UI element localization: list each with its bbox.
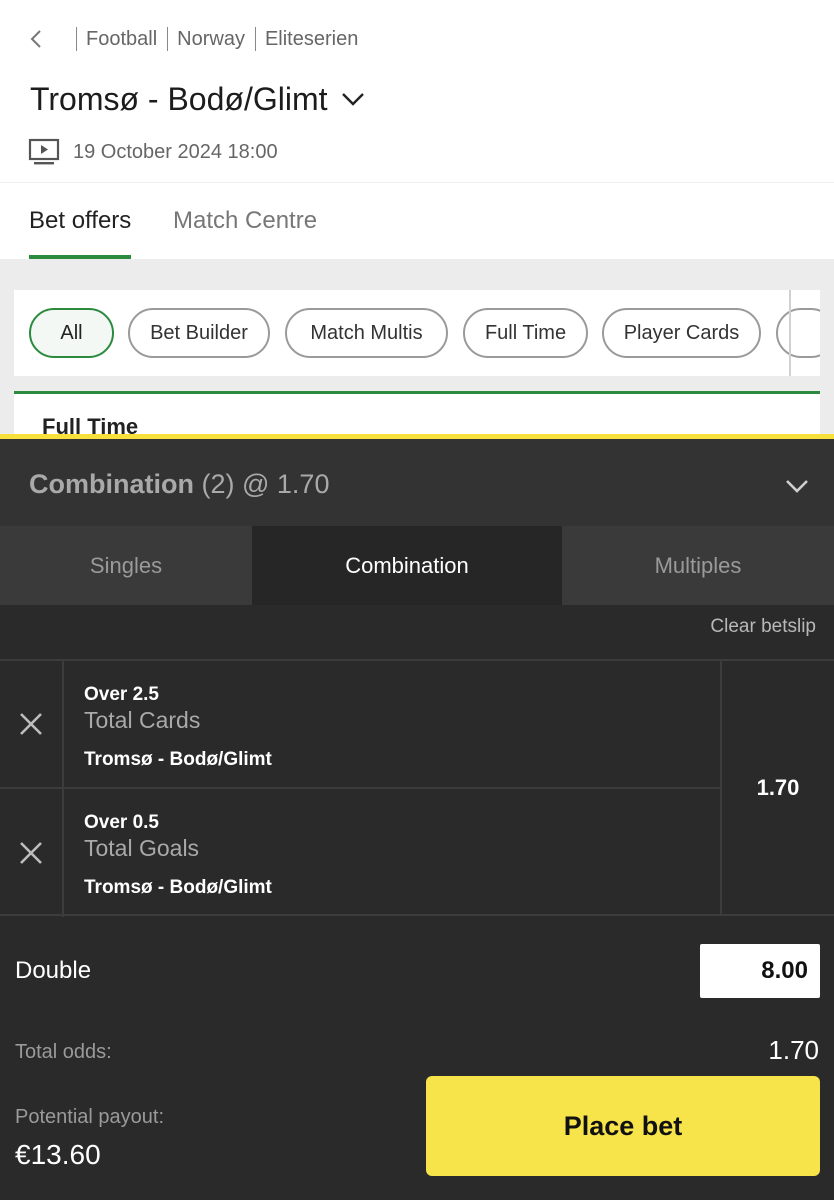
tab-multiples[interactable]: Multiples xyxy=(562,526,834,605)
breadcrumb-separator xyxy=(76,27,77,51)
close-icon xyxy=(20,713,42,735)
selection-event: Tromsø - Bodø/Glimt xyxy=(84,749,272,770)
selection-row: Over 2.5 Total Cards Tromsø - Bodø/Glimt xyxy=(0,661,721,789)
remove-selection-button[interactable] xyxy=(0,661,64,787)
clear-betslip-link[interactable]: Clear betslip xyxy=(710,616,816,638)
selection-row: Over 0.5 Total Goals Tromsø - Bodø/Glimt xyxy=(0,789,721,917)
betslip-title-type: Combination xyxy=(29,469,194,499)
tab-match-centre[interactable]: Match Centre xyxy=(173,183,317,259)
betslip-panel: Combination (2) @ 1.70 Singles Combinati… xyxy=(0,434,834,1200)
filter-player-cards[interactable]: Player Cards xyxy=(602,308,761,358)
filter-more-partial[interactable] xyxy=(776,308,820,358)
tab-combination[interactable]: Combination xyxy=(252,526,562,605)
breadcrumb-separator xyxy=(167,27,169,51)
total-odds-value: 1.70 xyxy=(768,1035,819,1065)
chevron-down-icon xyxy=(341,86,367,112)
potential-payout-value: €13.60 xyxy=(15,1139,101,1170)
selection-market: Total Goals xyxy=(84,835,200,861)
filter-bet-builder[interactable]: Bet Builder xyxy=(128,308,270,358)
selection-event: Tromsø - Bodø/Glimt xyxy=(84,877,272,898)
close-icon xyxy=(20,842,42,864)
betslip-title-summary: (2) @ 1.70 xyxy=(201,469,330,499)
filter-full-time[interactable]: Full Time xyxy=(463,308,588,358)
breadcrumb-item-eliteserien[interactable]: Eliteserien xyxy=(265,28,358,51)
filter-scroll-edge xyxy=(789,290,791,376)
betslip-header[interactable]: Combination (2) @ 1.70 xyxy=(0,439,834,526)
selection-market: Total Cards xyxy=(84,707,201,733)
match-selector[interactable]: Tromsø - Bodø/Glimt xyxy=(30,78,367,120)
total-odds-label: Total odds: xyxy=(15,1041,112,1063)
betslip-title: Combination (2) @ 1.70 xyxy=(29,469,329,500)
combined-odds: 1.70 xyxy=(720,661,834,914)
selections-list: Over 2.5 Total Cards Tromsø - Bodø/Glimt… xyxy=(0,659,834,917)
live-stream-tv-icon xyxy=(28,137,60,167)
collapse-chevron-icon[interactable] xyxy=(784,473,810,499)
selection-pick: Over 2.5 xyxy=(84,684,159,705)
remove-selection-button[interactable] xyxy=(0,789,64,917)
breadcrumb-item-football[interactable]: Football xyxy=(86,28,157,51)
potential-payout-label: Potential payout: xyxy=(15,1106,164,1128)
place-bet-button[interactable]: Place bet xyxy=(426,1076,820,1176)
event-page: Football Norway Eliteserien Tromsø - Bod… xyxy=(0,0,834,440)
match-datetime: 19 October 2024 18:00 xyxy=(73,140,278,163)
bet-type-label: Double xyxy=(15,957,92,984)
breadcrumb-separator xyxy=(254,27,256,51)
selection-pick: Over 0.5 xyxy=(84,812,159,833)
stake-input[interactable] xyxy=(700,944,820,998)
match-datetime-row: 19 October 2024 18:00 xyxy=(28,136,278,168)
match-title: Tromsø - Bodø/Glimt xyxy=(30,80,328,117)
breadcrumb: Football Norway Eliteserien xyxy=(30,24,358,54)
back-chevron-icon[interactable] xyxy=(30,24,52,54)
filter-all[interactable]: All xyxy=(29,308,114,358)
tab-bet-offers[interactable]: Bet offers xyxy=(29,183,132,259)
betslip-tabs: Singles Combination Multiples xyxy=(0,526,834,605)
breadcrumb-item-norway[interactable]: Norway xyxy=(177,28,245,51)
tab-singles[interactable]: Singles xyxy=(0,526,252,605)
market-filter-bar: All Bet Builder Match Multis Full Time P… xyxy=(14,290,820,376)
page-tabs: Bet offers Match Centre xyxy=(0,183,834,259)
filter-match-multis[interactable]: Match Multis xyxy=(285,308,448,358)
